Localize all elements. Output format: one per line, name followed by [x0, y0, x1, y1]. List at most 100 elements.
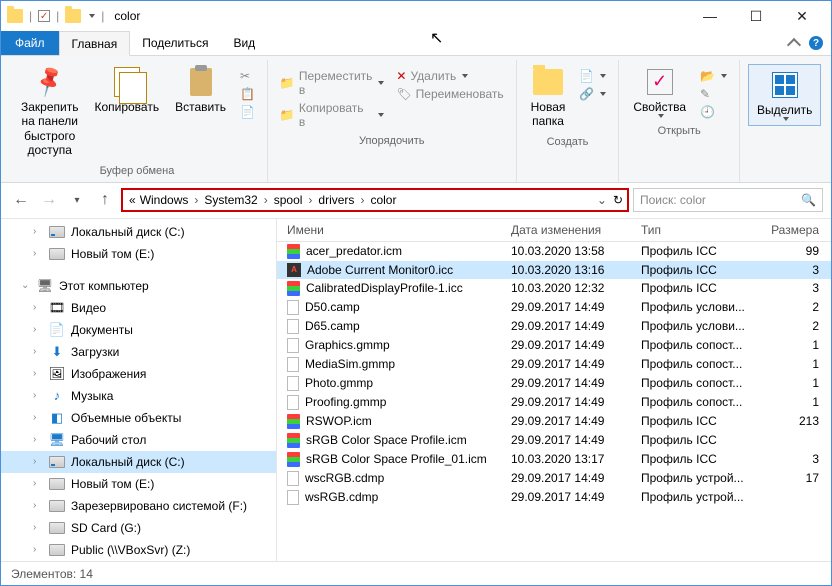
file-row[interactable]: AAdobe Current Monitor0.icc10.03.2020 13…	[277, 261, 831, 279]
tree-item-sdcard[interactable]: ›SD Card (G:)	[1, 517, 276, 539]
address-bar[interactable]: « Windows › System32 › spool › drivers ›…	[121, 188, 629, 212]
file-name: Photo.gmmp	[305, 376, 373, 390]
forward-button[interactable]: →	[37, 188, 61, 212]
tree-item-local-c[interactable]: ›Локальный диск (C:)	[1, 221, 276, 243]
tree-item-3d[interactable]: ›◧Объемные объекты	[1, 407, 276, 429]
file-date: 29.09.2017 14:49	[511, 319, 641, 333]
breadcrumb-overflow[interactable]: «	[127, 193, 138, 207]
home-tab[interactable]: Главная	[59, 31, 131, 56]
file-row[interactable]: Photo.gmmp29.09.2017 14:49Профиль сопост…	[277, 374, 831, 393]
downloads-icon: ⬇	[49, 344, 65, 360]
new-folder-icon	[533, 69, 563, 95]
move-to-button[interactable]: 📁Переместить в	[276, 68, 388, 98]
collapse-ribbon-icon[interactable]	[787, 38, 801, 52]
tree-item-new-e[interactable]: ›Новый том (E:)	[1, 243, 276, 265]
tree-item-downloads[interactable]: ›⬇Загрузки	[1, 341, 276, 363]
file-row[interactable]: CalibratedDisplayProfile-1.icc10.03.2020…	[277, 279, 831, 298]
easy-access-button[interactable]: 🔗	[575, 86, 610, 102]
cut-button[interactable]: ✂	[236, 68, 259, 84]
column-type[interactable]: Тип	[641, 223, 771, 237]
breadcrumb-item-0[interactable]: Windows	[138, 193, 191, 207]
file-row[interactable]: MediaSim.gmmp29.09.2017 14:49Профиль соп…	[277, 355, 831, 374]
copy-path-button[interactable]: 📋	[236, 86, 259, 102]
file-row[interactable]: Graphics.gmmp29.09.2017 14:49Профиль соп…	[277, 336, 831, 355]
breadcrumb-item-4[interactable]: color	[368, 193, 398, 207]
file-icon	[287, 376, 299, 391]
help-icon[interactable]: ?	[809, 36, 823, 50]
window-title: color	[114, 9, 140, 23]
tree-item-reserved[interactable]: ›Зарезервировано системой (F:)	[1, 495, 276, 517]
paste-button[interactable]: Вставить	[169, 64, 232, 116]
recent-dropdown[interactable]: ▾	[65, 188, 89, 212]
file-size: 2	[771, 300, 831, 314]
open-button[interactable]: 📂	[696, 68, 731, 84]
file-row[interactable]: wsRGB.cdmp29.09.2017 14:49Профиль устрой…	[277, 488, 831, 507]
titlebar[interactable]: | ✓ | | color — ☐ ✕	[1, 1, 831, 31]
folder-qat-icon[interactable]	[65, 9, 81, 23]
copy-button[interactable]: Копировать	[88, 64, 165, 116]
close-button[interactable]: ✕	[779, 1, 825, 31]
column-name[interactable]: Имени	[277, 223, 511, 237]
refresh-icon[interactable]: ↻	[613, 193, 623, 207]
organize-group: 📁Переместить в 📁Копировать в ✕Удалить 🏷П…	[268, 60, 517, 182]
tree-item-pictures[interactable]: ›🖼Изображения	[1, 363, 276, 385]
file-row[interactable]: D65.camp29.09.2017 14:49Профиль услови..…	[277, 317, 831, 336]
file-type: Профиль ICC	[641, 244, 771, 258]
properties-qat-icon[interactable]: ✓	[38, 10, 50, 22]
minimize-button[interactable]: —	[687, 1, 733, 31]
file-date: 29.09.2017 14:49	[511, 395, 641, 409]
breadcrumb-item-1[interactable]: System32	[202, 193, 259, 207]
tree-item-desktop[interactable]: ›🖥Рабочий стол	[1, 429, 276, 451]
tree-item-this-pc[interactable]: ⌄🖥Этот компьютер	[1, 275, 276, 297]
share-tab[interactable]: Поделиться	[130, 31, 221, 55]
chevron-right-icon[interactable]: ›	[190, 193, 202, 207]
file-list-body[interactable]: acer_predator.icm10.03.2020 13:58Профиль…	[277, 242, 831, 561]
column-size[interactable]: Размера	[771, 223, 831, 237]
tree-item-video[interactable]: ›🎞Видео	[1, 297, 276, 319]
breadcrumb-item-2[interactable]: spool	[272, 193, 305, 207]
edit-button[interactable]: ✎	[696, 86, 731, 102]
up-button[interactable]: ↑	[93, 188, 117, 212]
new-item-button[interactable]: 📄	[575, 68, 610, 84]
paste-shortcut-button[interactable]: 📄	[236, 104, 259, 120]
file-row[interactable]: wscRGB.cdmp29.09.2017 14:49Профиль устро…	[277, 469, 831, 488]
file-type: Профиль сопост...	[641, 338, 771, 352]
chevron-right-icon[interactable]: ›	[260, 193, 272, 207]
navigation-tree[interactable]: ›Локальный диск (C:) ›Новый том (E:) ⌄🖥Э…	[1, 219, 277, 561]
file-name: sRGB Color Space Profile.icm	[306, 433, 467, 447]
back-button[interactable]: ←	[9, 188, 33, 212]
search-input[interactable]: Поиск: color 🔍	[633, 188, 823, 212]
file-row[interactable]: D50.camp29.09.2017 14:49Профиль услови..…	[277, 298, 831, 317]
search-icon[interactable]: 🔍	[801, 193, 816, 207]
file-date: 29.09.2017 14:49	[511, 471, 641, 485]
folder-icon[interactable]	[7, 9, 23, 23]
file-row[interactable]: RSWOP.icm29.09.2017 14:49Профиль ICC213	[277, 412, 831, 431]
file-tab[interactable]: Файл	[1, 31, 59, 55]
properties-button[interactable]: ✓ Свойства	[627, 64, 692, 120]
history-button[interactable]: 🕘	[696, 104, 731, 120]
copy-to-button[interactable]: 📁Копировать в	[276, 100, 388, 130]
file-row[interactable]: acer_predator.icm10.03.2020 13:58Профиль…	[277, 242, 831, 261]
file-row[interactable]: sRGB Color Space Profile.icm29.09.2017 1…	[277, 431, 831, 450]
chevron-right-icon[interactable]: ›	[356, 193, 368, 207]
select-button[interactable]: Выделить	[748, 64, 821, 126]
new-folder-button[interactable]: Новая папка	[525, 64, 572, 131]
pin-quick-access-button[interactable]: 📌 Закрепить на панели быстрого доступа	[15, 64, 84, 160]
tree-item-documents[interactable]: ›📄Документы	[1, 319, 276, 341]
file-row[interactable]: sRGB Color Space Profile_01.icm10.03.202…	[277, 450, 831, 469]
view-tab[interactable]: Вид	[221, 31, 268, 55]
rename-button[interactable]: 🏷Переименовать	[392, 86, 507, 102]
icc-profile-icon	[287, 244, 300, 259]
breadcrumb-item-3[interactable]: drivers	[316, 193, 356, 207]
maximize-button[interactable]: ☐	[733, 1, 779, 31]
tree-item-local-c-selected[interactable]: ›Локальный диск (C:)	[1, 451, 276, 473]
address-dropdown-icon[interactable]: ⌄	[591, 193, 613, 207]
column-date[interactable]: Дата изменения	[511, 223, 641, 237]
tree-item-music[interactable]: ›♪Музыка	[1, 385, 276, 407]
tree-item-new-e2[interactable]: ›Новый том (E:)	[1, 473, 276, 495]
delete-button[interactable]: ✕Удалить	[392, 68, 507, 84]
qat-dropdown-icon[interactable]	[89, 14, 95, 18]
file-row[interactable]: Proofing.gmmp29.09.2017 14:49Профиль соп…	[277, 393, 831, 412]
chevron-right-icon[interactable]: ›	[304, 193, 316, 207]
tree-item-public[interactable]: ›Public (\\VBoxSvr) (Z:)	[1, 539, 276, 561]
